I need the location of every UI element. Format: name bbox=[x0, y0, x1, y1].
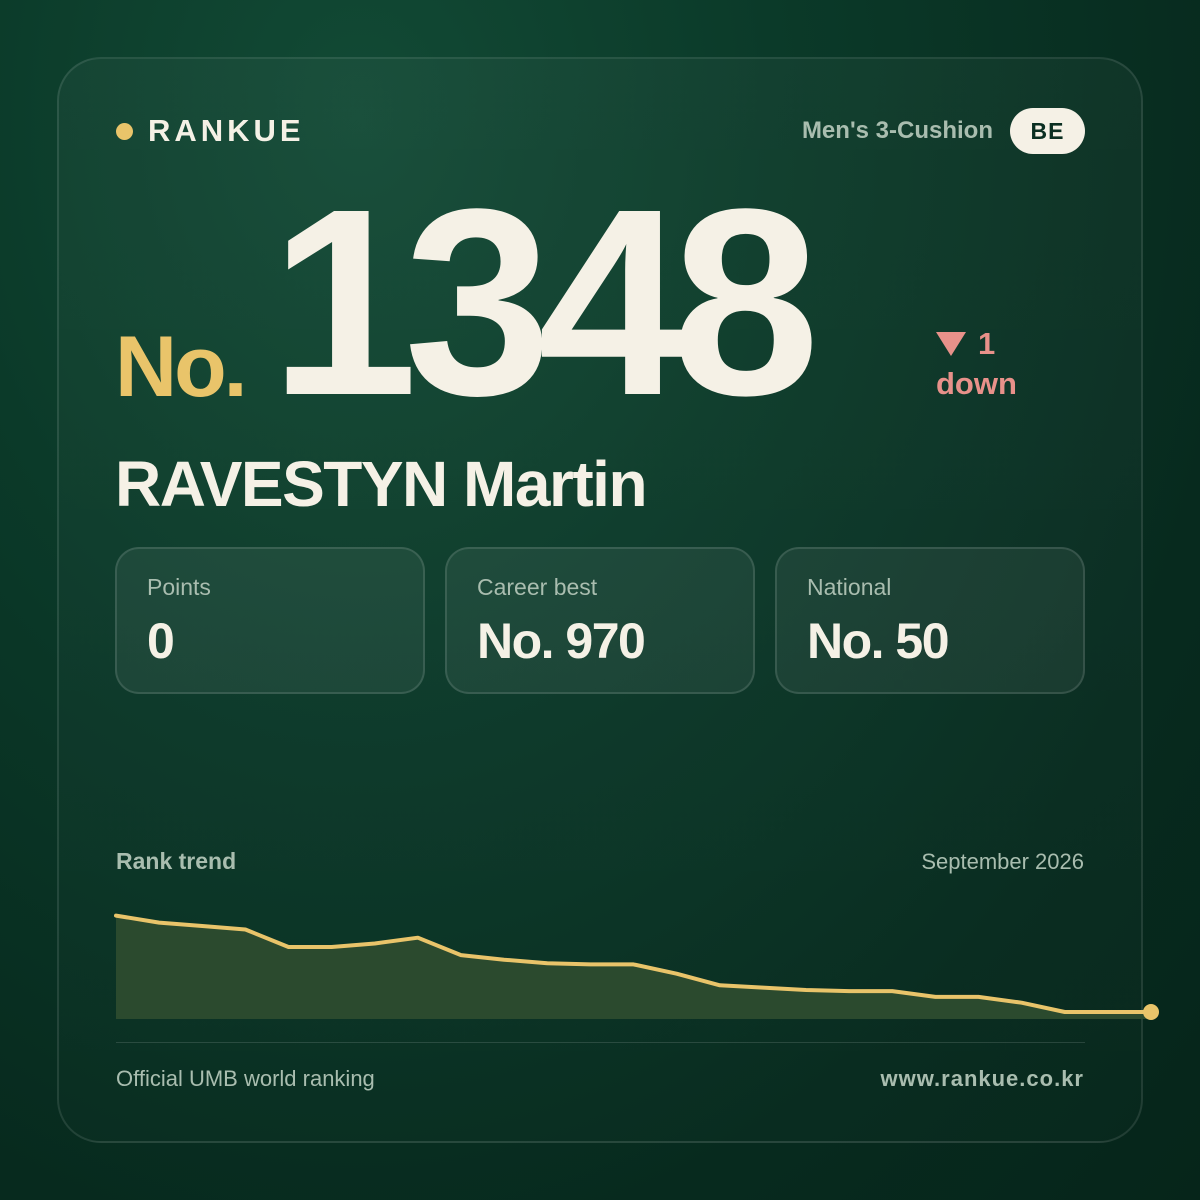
rank-trend-chart bbox=[114, 913, 1159, 1021]
trend-area bbox=[116, 915, 1151, 1019]
footer-divider bbox=[116, 1042, 1085, 1043]
footer-website: www.rankue.co.kr bbox=[880, 1066, 1084, 1091]
trend-current-point bbox=[1143, 1004, 1159, 1021]
footer-source: Official UMB world ranking bbox=[116, 1066, 375, 1091]
